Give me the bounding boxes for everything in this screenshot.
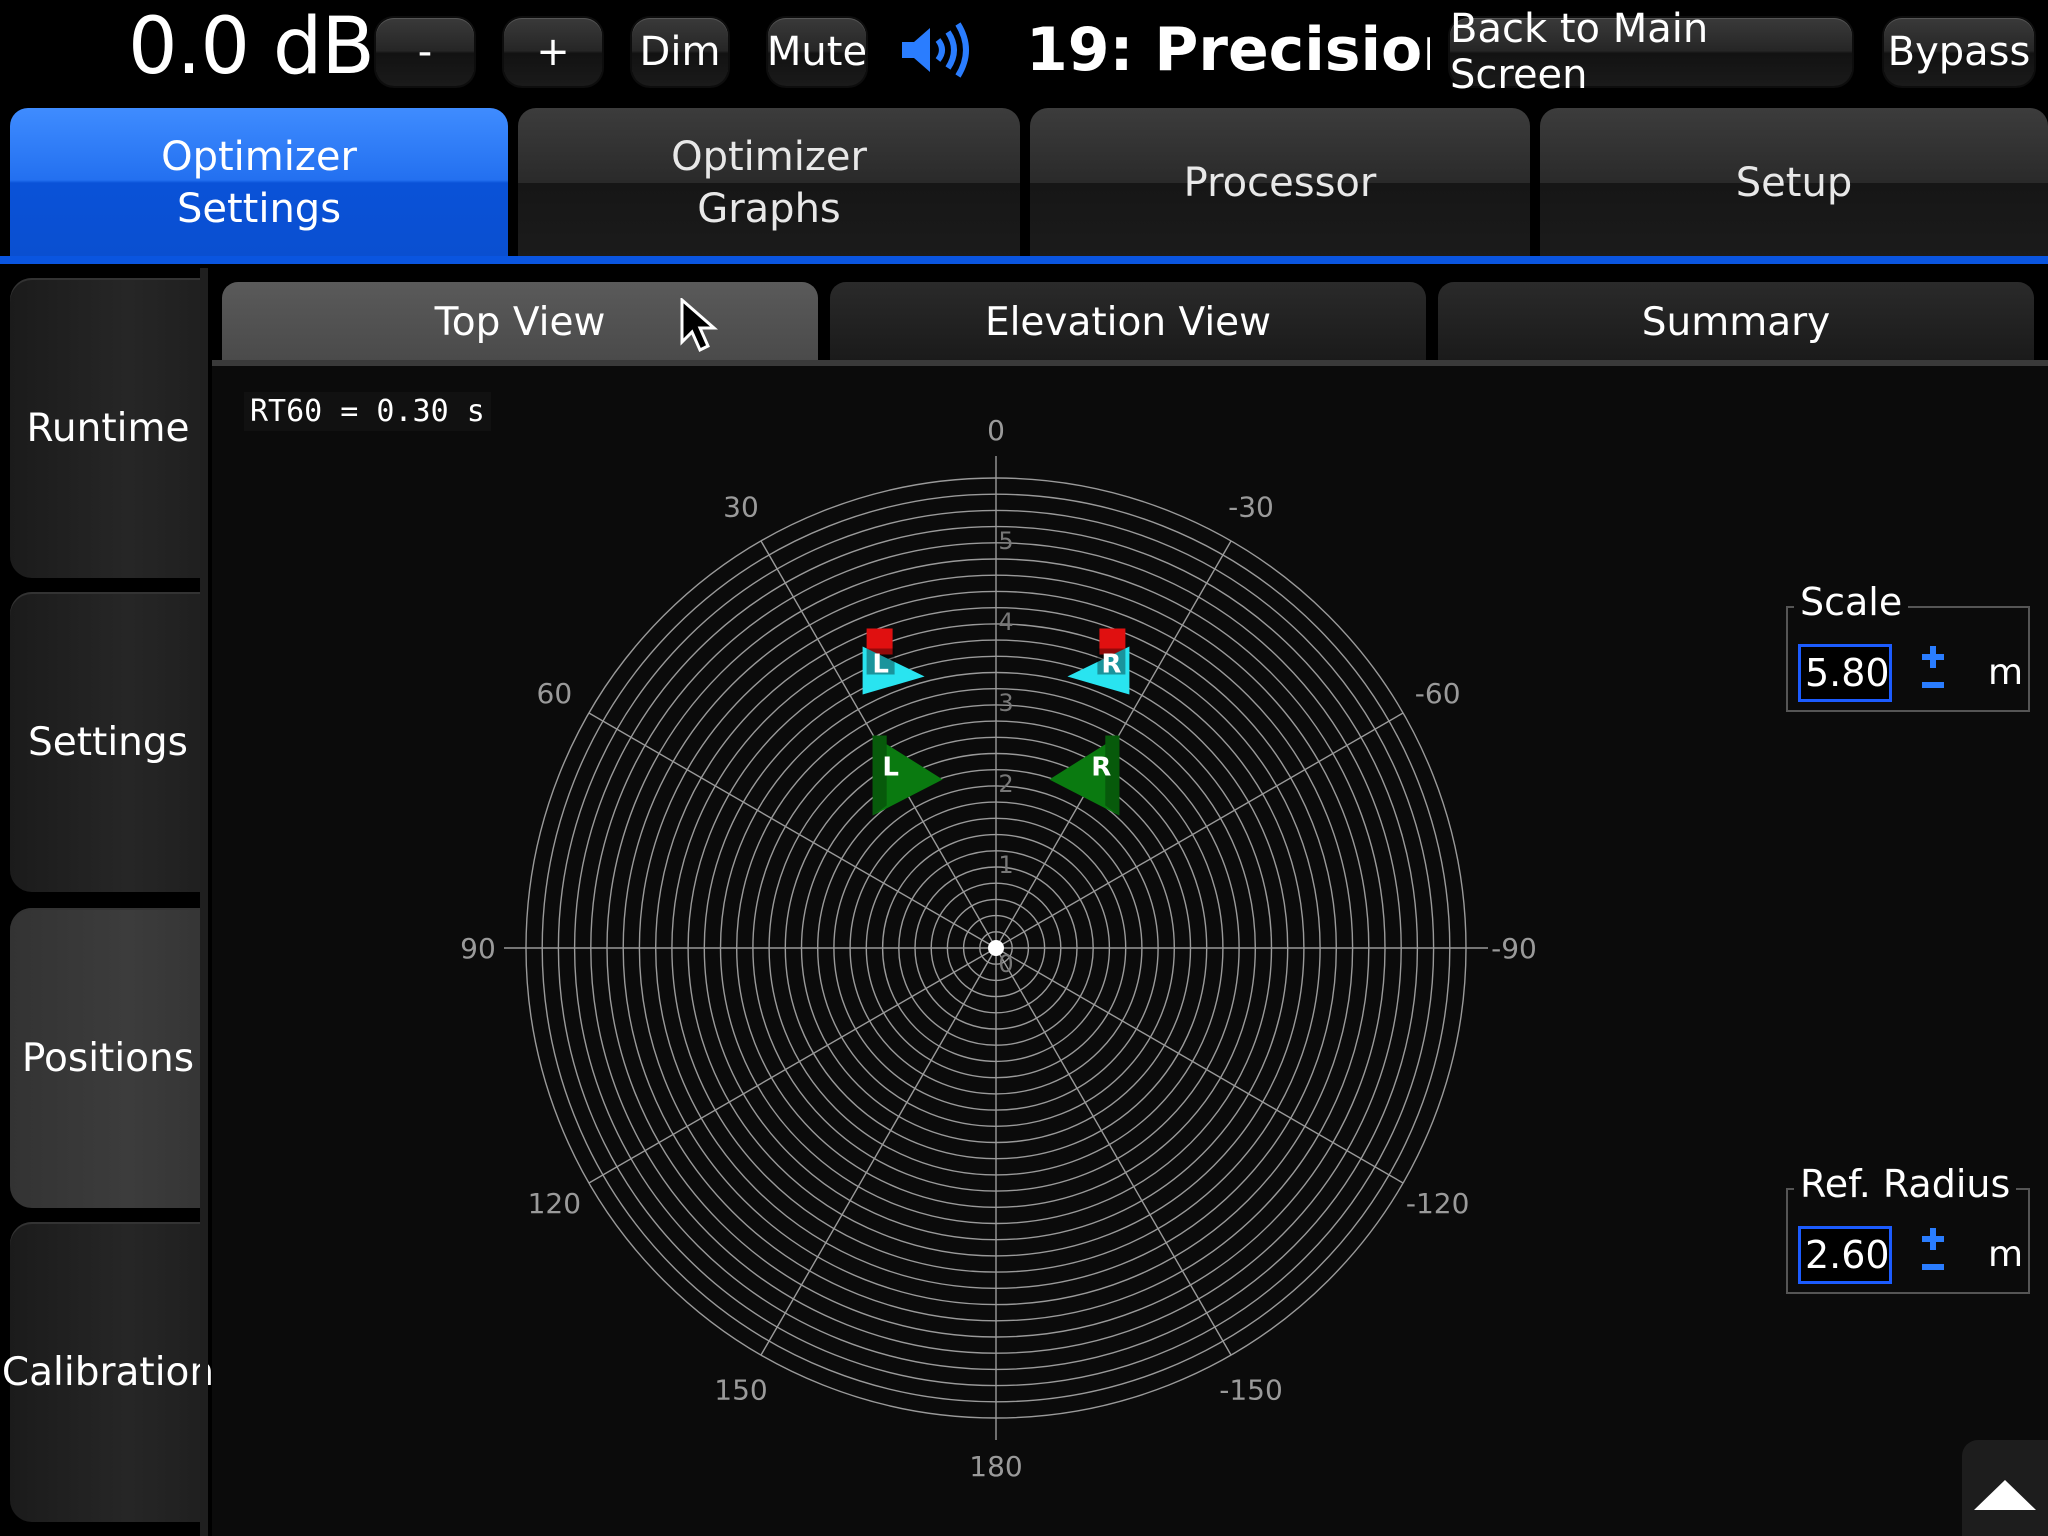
tab-optimizer-settings[interactable]: Optimizer Settings bbox=[10, 108, 508, 258]
angle-tick-label: 60 bbox=[537, 677, 573, 710]
scale-field-group: Scale m bbox=[1786, 580, 2030, 712]
subtab-top-view[interactable]: Top View bbox=[222, 282, 818, 362]
side-item-calibration[interactable]: Calibration bbox=[2, 1222, 214, 1522]
positions-panel: RT60 = 0.30 s 0 -30 -60 -90 -120 -150 180 150 12… bbox=[212, 366, 2048, 1536]
scale-unit: m bbox=[1988, 652, 2024, 693]
grid-spoke bbox=[995, 712, 1404, 949]
angle-tick-label: -60 bbox=[1415, 677, 1461, 710]
speaker-label: R bbox=[1091, 753, 1111, 783]
tab-setup[interactable]: Setup bbox=[1540, 108, 2048, 258]
volume-up-button[interactable]: + bbox=[504, 18, 602, 86]
scale-legend: Scale bbox=[1794, 580, 1909, 624]
angle-tick-label: 180 bbox=[969, 1450, 1022, 1483]
speaker-volume-icon[interactable] bbox=[898, 20, 978, 80]
grid-spoke bbox=[995, 947, 1232, 1356]
dim-button[interactable]: Dim bbox=[632, 18, 728, 86]
ref-radius-input[interactable] bbox=[1798, 1226, 1892, 1284]
radius-tick-label: 2 bbox=[998, 770, 1013, 798]
angle-tick-label: -150 bbox=[1219, 1374, 1283, 1407]
volume-down-button[interactable]: - bbox=[376, 18, 474, 86]
radius-tick-label: 3 bbox=[998, 689, 1013, 717]
top-bar: 0.0 dB - + Dim Mute 19: Precision - : Ba… bbox=[0, 0, 2048, 98]
speaker-label: L bbox=[872, 650, 889, 680]
subtab-summary[interactable]: Summary bbox=[1438, 282, 2034, 362]
scroll-up-button[interactable] bbox=[1962, 1440, 2048, 1536]
preset-title: 19: Precision - : bbox=[1026, 15, 1430, 85]
listener-position bbox=[988, 940, 1004, 956]
ref-radius-stepper-icon[interactable] bbox=[1918, 1224, 1948, 1284]
angle-tick-label: 120 bbox=[528, 1187, 581, 1220]
main-tab-bar: Optimizer Settings Optimizer Graphs Proc… bbox=[0, 108, 2048, 258]
angle-tick-label: -30 bbox=[1228, 490, 1274, 523]
tab-optimizer-graphs[interactable]: Optimizer Graphs bbox=[518, 108, 1020, 258]
side-item-positions[interactable]: Positions bbox=[10, 908, 206, 1208]
subtab-elevation-view[interactable]: Elevation View bbox=[830, 282, 1426, 362]
chevron-up-icon bbox=[1974, 1480, 2036, 1510]
radius-tick-label: 5 bbox=[998, 527, 1013, 555]
angle-tick-label: 90 bbox=[460, 932, 496, 965]
ref-radius-unit: m bbox=[1988, 1234, 2024, 1275]
volume-readout: 0.0 dB bbox=[128, 2, 375, 92]
side-divider bbox=[200, 268, 208, 1536]
tab-processor[interactable]: Processor bbox=[1030, 108, 1530, 258]
grid-spoke bbox=[588, 947, 997, 1184]
angle-tick-label: -120 bbox=[1406, 1187, 1470, 1220]
radius-tick-label: 4 bbox=[998, 608, 1013, 636]
tab-underline bbox=[0, 256, 2048, 264]
grid-spoke bbox=[588, 712, 997, 949]
scale-input[interactable] bbox=[1798, 644, 1892, 702]
ref-radius-field-group: Ref. Radius m bbox=[1786, 1162, 2030, 1294]
back-to-main-button[interactable]: Back to Main Screen bbox=[1450, 6, 1852, 98]
mute-button[interactable]: Mute bbox=[767, 18, 867, 86]
side-item-runtime[interactable]: Runtime bbox=[10, 278, 206, 578]
radius-tick-label: 1 bbox=[998, 851, 1013, 879]
speaker-label: R bbox=[1101, 650, 1121, 680]
ref-radius-legend: Ref. Radius bbox=[1794, 1162, 2017, 1206]
angle-tick-label: 150 bbox=[714, 1374, 767, 1407]
mouse-cursor-icon bbox=[680, 298, 718, 353]
speaker-position-polar-plot[interactable]: 0-30-60-90-120-150180150120906030012345 … bbox=[212, 366, 2048, 1536]
speaker-label: L bbox=[882, 753, 899, 783]
grid-spoke bbox=[760, 947, 997, 1356]
angle-tick-label: -90 bbox=[1491, 932, 1537, 965]
angle-tick-label: 30 bbox=[723, 490, 759, 523]
grid-spoke bbox=[995, 947, 1404, 1184]
bypass-button[interactable]: Bypass bbox=[1884, 18, 2034, 86]
side-item-settings[interactable]: Settings bbox=[10, 592, 206, 892]
scale-stepper-icon[interactable] bbox=[1918, 642, 1948, 702]
angle-tick-label: 0 bbox=[987, 414, 1005, 447]
